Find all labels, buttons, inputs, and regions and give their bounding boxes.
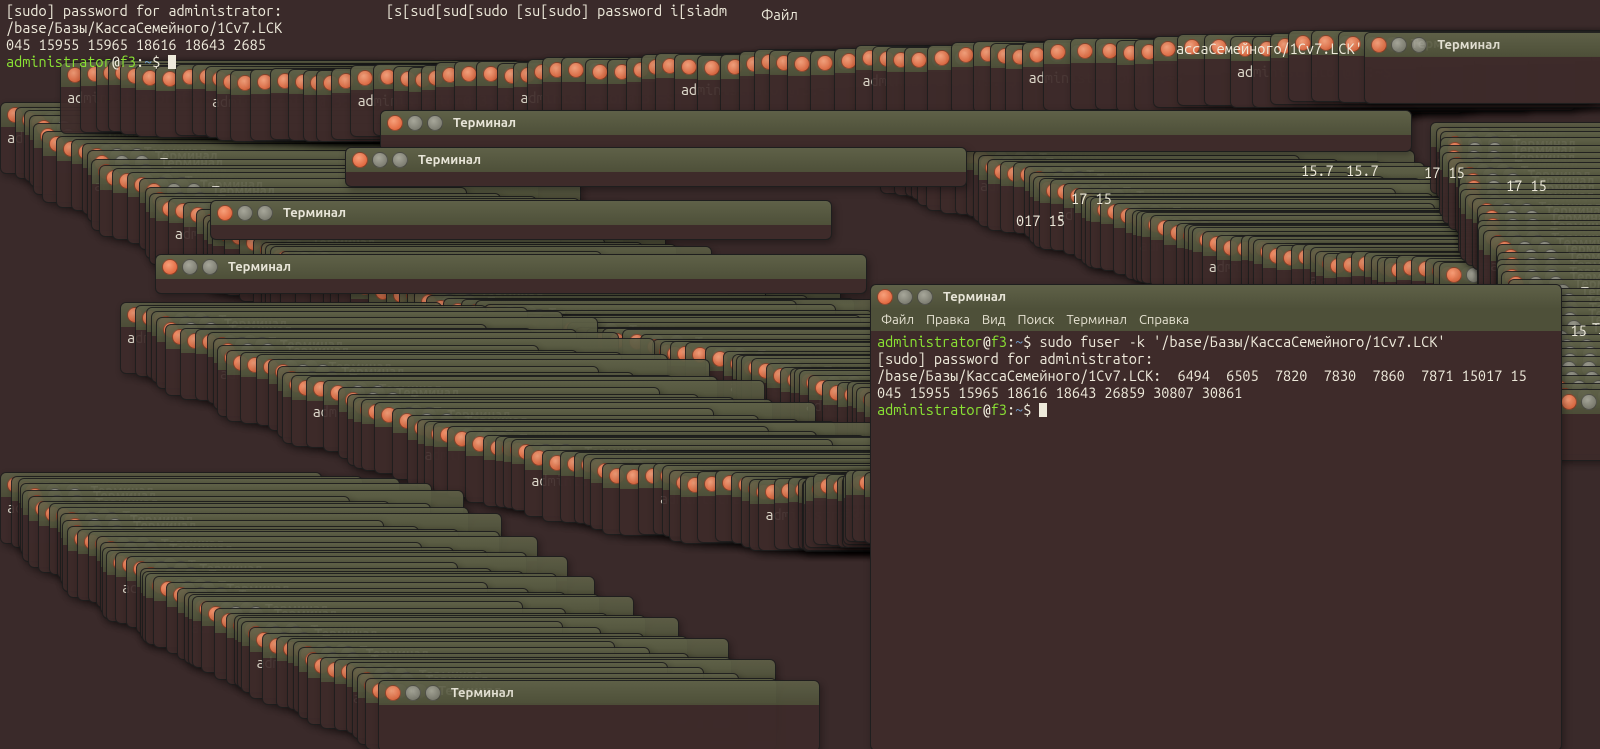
close-icon[interactable] — [357, 70, 373, 86]
close-icon[interactable] — [217, 205, 233, 221]
window-title: Терминал — [1437, 38, 1500, 52]
close-icon[interactable] — [1561, 394, 1577, 410]
terminal-text-fragment: 17 15 — [1418, 162, 1471, 183]
terminal-window[interactable]: Терминал — [155, 254, 867, 294]
terminal-window[interactable]: Терминал — [1364, 32, 1600, 104]
close-icon[interactable] — [681, 59, 697, 75]
minimize-icon[interactable] — [405, 685, 421, 701]
close-icon[interactable] — [817, 55, 833, 71]
window-titlebar[interactable]: Терминал — [211, 201, 831, 225]
window-controls — [217, 205, 273, 221]
close-icon[interactable] — [387, 115, 403, 131]
window-controls — [387, 115, 443, 131]
window-titlebar[interactable]: Терминал — [379, 681, 819, 705]
minimize-icon[interactable] — [1581, 394, 1597, 410]
maximize-icon[interactable] — [917, 289, 933, 305]
terminal-text-fragment: 17 15 — [1065, 188, 1118, 209]
minimize-icon[interactable] — [372, 152, 388, 168]
terminal-text-fragment: 15.7 — [1340, 160, 1384, 181]
terminal-window[interactable]: Терминал — [378, 680, 820, 749]
close-icon[interactable] — [352, 152, 368, 168]
minimize-icon[interactable] — [1391, 37, 1407, 53]
close-icon[interactable] — [162, 259, 178, 275]
terminal-text-fragment: ассаСемейного/1Cv7.LCK' — [1170, 38, 1369, 59]
window-controls — [162, 259, 218, 275]
close-icon[interactable] — [704, 60, 720, 76]
close-icon[interactable] — [1029, 47, 1045, 63]
close-icon[interactable] — [1446, 267, 1462, 283]
close-icon[interactable] — [911, 52, 927, 68]
terminal-window[interactable]: Терминал — [380, 110, 1412, 152]
cursor-block — [1039, 403, 1047, 417]
maximize-icon[interactable] — [392, 152, 408, 168]
terminal-line: 045 15955 15965 18616 18643 2685 — [6, 36, 266, 53]
window-titlebar[interactable]: Терминал — [346, 148, 966, 172]
window-title: Терминал — [453, 116, 516, 130]
window-controls — [385, 685, 441, 701]
terminal-window[interactable]: Терминал — [210, 200, 832, 240]
window-title: Терминал — [228, 260, 291, 274]
terminal-line: 045 15955 15965 18616 18643 26859 30807 … — [877, 384, 1242, 401]
terminal-line: [sudo] password for administrator: — [877, 350, 1153, 367]
window-titlebar[interactable]: Терминал — [871, 285, 1561, 309]
terminal-window-foreground[interactable]: Терминал Файл Правка Вид Поиск Терминал … — [870, 284, 1562, 749]
window-title: Терминал — [418, 153, 481, 167]
minimize-icon[interactable] — [182, 259, 198, 275]
menu-terminal[interactable]: Терминал — [1066, 313, 1126, 327]
close-icon[interactable] — [934, 50, 950, 66]
terminal-text-fragment: 15.7 — [1295, 160, 1339, 181]
window-titlebar[interactable]: Терминал — [1365, 33, 1600, 57]
close-icon[interactable] — [877, 289, 893, 305]
close-icon[interactable] — [461, 66, 477, 82]
window-titlebar[interactable]: Терминал — [156, 255, 866, 279]
maximize-icon[interactable] — [1411, 37, 1427, 53]
terminal-command: sudo fuser -k '/base/Базы/КассаСемейного… — [1039, 333, 1445, 350]
close-icon[interactable] — [794, 56, 810, 72]
maximize-icon[interactable] — [427, 115, 443, 131]
window-title: Терминал — [451, 686, 514, 700]
close-icon[interactable] — [1050, 44, 1066, 60]
window-controls — [877, 289, 933, 305]
terminal-line: /base/Базы/КассаСемейного/1Cv7.LCK — [6, 19, 282, 36]
maximize-icon[interactable] — [257, 205, 273, 221]
terminal-text-fragment: 17 15 — [1500, 175, 1553, 196]
terminal-line: /base/Базы/КассаСемейного/1Cv7.LCK: 6494… — [877, 367, 1527, 384]
menu-search[interactable]: Поиск — [1017, 313, 1054, 327]
menu-file[interactable]: Файл — [881, 313, 914, 327]
minimize-icon[interactable] — [237, 205, 253, 221]
close-icon[interactable] — [592, 64, 608, 80]
terminal-text-fragment: 017 15 — [1010, 210, 1071, 231]
window-title: Терминал — [283, 206, 346, 220]
maximize-icon[interactable] — [425, 685, 441, 701]
cursor-block — [168, 55, 176, 69]
terminal-body[interactable]: administrator@f3:~$ sudo fuser -k '/base… — [871, 331, 1561, 420]
close-icon[interactable] — [1077, 43, 1093, 59]
menu-help[interactable]: Справка — [1139, 313, 1189, 327]
terminal-window[interactable]: Терминал — [345, 147, 967, 187]
window-controls — [352, 152, 408, 168]
window-controls — [1371, 37, 1427, 53]
menu-fragment: Файл — [755, 4, 804, 25]
terminal-text-fragment: [s[sud[sud[sudo [su[sudo] password i[sia… — [380, 0, 733, 21]
close-icon[interactable] — [958, 47, 974, 63]
terminal-line: [sudo] password for administrator: — [6, 2, 282, 19]
menu-bar[interactable]: Файл Правка Вид Поиск Терминал Справка — [871, 309, 1561, 331]
window-title: Терминал — [943, 290, 1006, 304]
close-icon[interactable] — [568, 62, 584, 78]
minimize-icon[interactable] — [897, 289, 913, 305]
window-titlebar[interactable]: Терминал — [381, 111, 1411, 135]
window-controls — [1561, 394, 1600, 410]
close-icon[interactable] — [1371, 37, 1387, 53]
background-terminal-text: [sudo] password for administrator: /base… — [0, 0, 288, 72]
close-icon[interactable] — [385, 685, 401, 701]
menu-edit[interactable]: Правка — [926, 313, 970, 327]
maximize-icon[interactable] — [202, 259, 218, 275]
minimize-icon[interactable] — [407, 115, 423, 131]
menu-view[interactable]: Вид — [982, 313, 1006, 327]
